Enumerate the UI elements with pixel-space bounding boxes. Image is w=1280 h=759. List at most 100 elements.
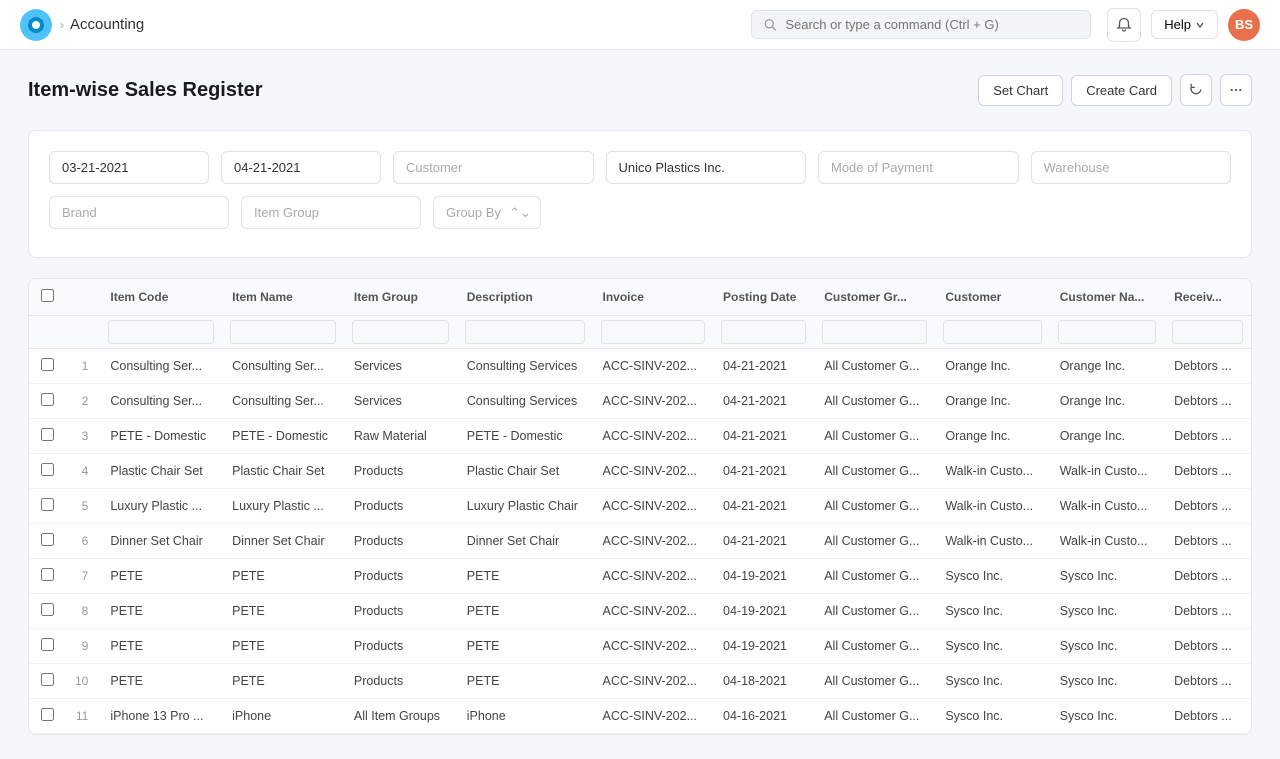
- table-row: 2 Consulting Ser... Consulting Ser... Se…: [29, 384, 1251, 419]
- cell-customer: Sysco Inc.: [935, 559, 1049, 594]
- row-checkbox-cell[interactable]: [29, 664, 65, 699]
- col-filter-customer[interactable]: [943, 320, 1041, 344]
- cell-item-code: PETE: [100, 559, 222, 594]
- cell-invoice: ACC-SINV-202...: [593, 384, 714, 419]
- th-cust-name[interactable]: Customer Na...: [1050, 279, 1164, 316]
- cell-cust-name: Sysco Inc.: [1050, 629, 1164, 664]
- col-filter-item-group[interactable]: [352, 320, 449, 344]
- brand-input[interactable]: [49, 196, 229, 229]
- customer-value-input[interactable]: [606, 151, 807, 184]
- app-logo[interactable]: [20, 9, 52, 41]
- cell-item-name: PETE: [222, 629, 344, 664]
- cell-item-name: PETE: [222, 664, 344, 699]
- group-by-select[interactable]: Group By Item Customer Item Group: [433, 196, 541, 229]
- col-filter-invoice[interactable]: [601, 320, 706, 344]
- row-checkbox-cell[interactable]: [29, 384, 65, 419]
- col-filter-description[interactable]: [465, 320, 585, 344]
- cell-posting-date: 04-21-2021: [713, 419, 814, 454]
- cell-item-code: PETE: [100, 594, 222, 629]
- table-body: 1 Consulting Ser... Consulting Ser... Se…: [29, 349, 1251, 734]
- col-filter-item-code[interactable]: [108, 320, 214, 344]
- page-title: Item-wise Sales Register: [28, 79, 263, 102]
- row-checkbox-cell[interactable]: [29, 349, 65, 384]
- row-checkbox[interactable]: [41, 638, 54, 651]
- cell-invoice: ACC-SINV-202...: [593, 454, 714, 489]
- th-description[interactable]: Description: [457, 279, 593, 316]
- cell-cust-name: Orange Inc.: [1050, 419, 1164, 454]
- col-filter-posting-date[interactable]: [721, 320, 806, 344]
- cell-customer: Sysco Inc.: [935, 699, 1049, 734]
- cell-customer: Walk-in Custo...: [935, 489, 1049, 524]
- breadcrumb-chevron: ›: [60, 18, 64, 32]
- th-receivable[interactable]: Receiv...: [1164, 279, 1251, 316]
- page-actions: Set Chart Create Card: [978, 74, 1252, 106]
- set-chart-button[interactable]: Set Chart: [978, 75, 1063, 106]
- th-customer[interactable]: Customer: [935, 279, 1049, 316]
- payment-mode-input[interactable]: [818, 151, 1019, 184]
- cell-posting-date: 04-21-2021: [713, 489, 814, 524]
- column-filter-row: [29, 316, 1251, 349]
- warehouse-input[interactable]: [1031, 151, 1232, 184]
- cell-description: PETE: [457, 559, 593, 594]
- row-checkbox[interactable]: [41, 393, 54, 406]
- th-posting-date[interactable]: Posting Date: [713, 279, 814, 316]
- row-checkbox-cell[interactable]: [29, 699, 65, 734]
- customer-input[interactable]: [393, 151, 594, 184]
- table-row: 5 Luxury Plastic ... Luxury Plastic ... …: [29, 489, 1251, 524]
- row-checkbox[interactable]: [41, 463, 54, 476]
- th-item-code[interactable]: Item Code: [100, 279, 222, 316]
- cell-cust-group: All Customer G...: [814, 594, 935, 629]
- row-checkbox-cell[interactable]: [29, 594, 65, 629]
- row-checkbox-cell[interactable]: [29, 629, 65, 664]
- cell-description: Plastic Chair Set: [457, 454, 593, 489]
- item-group-input[interactable]: [241, 196, 421, 229]
- cell-item-name: Dinner Set Chair: [222, 524, 344, 559]
- row-checkbox-cell[interactable]: [29, 559, 65, 594]
- cell-invoice: ACC-SINV-202...: [593, 349, 714, 384]
- row-checkbox[interactable]: [41, 708, 54, 721]
- col-filter-receivable[interactable]: [1172, 320, 1243, 344]
- help-button[interactable]: Help: [1151, 10, 1218, 39]
- col-filter-item-name[interactable]: [230, 320, 336, 344]
- search-bar[interactable]: [751, 10, 1091, 39]
- topnav: › Accounting Help BS: [0, 0, 1280, 50]
- cell-posting-date: 04-21-2021: [713, 454, 814, 489]
- create-card-button[interactable]: Create Card: [1071, 75, 1172, 106]
- row-checkbox[interactable]: [41, 533, 54, 546]
- app-name[interactable]: Accounting: [70, 16, 144, 33]
- th-invoice[interactable]: Invoice: [593, 279, 714, 316]
- table-row: 6 Dinner Set Chair Dinner Set Chair Prod…: [29, 524, 1251, 559]
- date-from-input[interactable]: [49, 151, 209, 184]
- notification-button[interactable]: [1107, 8, 1141, 42]
- cell-posting-date: 04-21-2021: [713, 524, 814, 559]
- row-checkbox[interactable]: [41, 498, 54, 511]
- row-checkbox[interactable]: [41, 428, 54, 441]
- date-to-input[interactable]: [221, 151, 381, 184]
- row-checkbox[interactable]: [41, 603, 54, 616]
- cell-receivable: Debtors ...: [1164, 594, 1251, 629]
- row-num: 6: [65, 524, 100, 559]
- row-checkbox[interactable]: [41, 568, 54, 581]
- cell-cust-name: Orange Inc.: [1050, 349, 1164, 384]
- search-input[interactable]: [785, 17, 1078, 32]
- col-filter-cust-group[interactable]: [822, 320, 927, 344]
- cell-invoice: ACC-SINV-202...: [593, 489, 714, 524]
- page: Item-wise Sales Register Set Chart Creat…: [0, 50, 1280, 759]
- col-filter-cust-name[interactable]: [1058, 320, 1156, 344]
- cell-item-name: Consulting Ser...: [222, 349, 344, 384]
- row-checkbox[interactable]: [41, 358, 54, 371]
- select-all-checkbox[interactable]: [41, 289, 54, 302]
- cell-invoice: ACC-SINV-202...: [593, 699, 714, 734]
- th-cust-group[interactable]: Customer Gr...: [814, 279, 935, 316]
- row-checkbox[interactable]: [41, 673, 54, 686]
- row-checkbox-cell[interactable]: [29, 419, 65, 454]
- more-options-button[interactable]: [1220, 74, 1252, 106]
- th-item-name[interactable]: Item Name: [222, 279, 344, 316]
- avatar[interactable]: BS: [1228, 9, 1260, 41]
- row-checkbox-cell[interactable]: [29, 489, 65, 524]
- table-row: 3 PETE - Domestic PETE - Domestic Raw Ma…: [29, 419, 1251, 454]
- refresh-button[interactable]: [1180, 74, 1212, 106]
- th-item-group[interactable]: Item Group: [344, 279, 457, 316]
- row-checkbox-cell[interactable]: [29, 454, 65, 489]
- row-checkbox-cell[interactable]: [29, 524, 65, 559]
